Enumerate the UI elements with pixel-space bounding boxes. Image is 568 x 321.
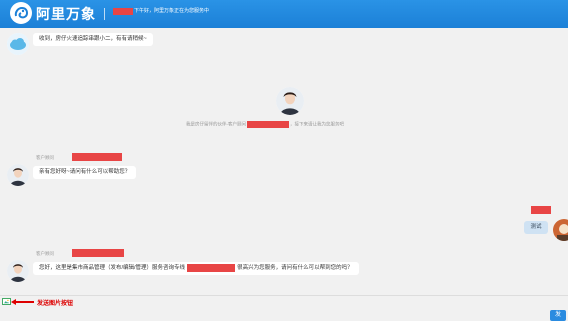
- user-avatar: [553, 219, 568, 241]
- logo-icon: [14, 6, 29, 19]
- message-text-after: 很高兴为您服务，请问有什么可以帮到您的吗？: [237, 265, 353, 271]
- header-divider: [104, 8, 105, 20]
- send-image-button[interactable]: [2, 298, 11, 305]
- input-divider: [0, 295, 568, 296]
- bot-avatar: [7, 33, 29, 55]
- redacted-name: [187, 263, 236, 272]
- user-portrait-icon: [553, 219, 568, 241]
- redacted-name: [247, 121, 289, 128]
- handover-notice: 我是房仔留伴的伙伴-客户顾问 ，接下来请让我为您服务吧: [186, 121, 344, 128]
- message-bubble: 您好，这里是集市商品管理（发布/编辑/管理）服务咨询专线 很高兴为您服务，请问有什…: [33, 262, 359, 275]
- notice-suffix: ，接下来请让我为您服务吧: [290, 121, 344, 127]
- notice-prefix: 我是房仔留伴的伙伴-客户顾问: [186, 121, 246, 127]
- annotation-label: 发送图片按钮: [37, 301, 74, 307]
- agent-avatar: [7, 260, 29, 282]
- redacted-user-name: [531, 206, 551, 214]
- message-bubble: 收到，房仔火速追踪串跟小二，有有请稍候~: [33, 33, 153, 46]
- app-header: 阿里万象 下午好，阿里万象正在为您服务中: [0, 0, 568, 28]
- user-message-bubble: 测试: [524, 221, 548, 234]
- message-bubble: 亲有您好呀~请问有什么可以帮助您？: [33, 166, 137, 179]
- agent-portrait-icon: [7, 260, 29, 282]
- brand-logo: [10, 2, 32, 24]
- sender-label: 客户顾问: [36, 251, 54, 256]
- image-icon: [3, 299, 10, 304]
- agent-portrait-icon: [7, 164, 29, 186]
- brand-name: 阿里万象: [36, 6, 96, 22]
- agent-portrait-icon: [276, 87, 304, 115]
- message-text-before: 您好，这里是集市商品管理（发布/编辑/管理）服务咨询专线: [39, 265, 186, 271]
- cloud-icon: [7, 33, 29, 55]
- redacted-sender: [72, 153, 122, 161]
- send-button[interactable]: 发: [550, 310, 566, 321]
- redacted-label: [113, 8, 133, 15]
- agent-avatar: [276, 87, 304, 115]
- agent-avatar: [7, 164, 29, 186]
- header-status: 下午好，阿里万象正在为您服务中: [134, 8, 210, 14]
- annotation-arrow: [14, 301, 34, 303]
- redacted-sender: [72, 249, 124, 257]
- sender-label: 客户顾问: [36, 155, 54, 160]
